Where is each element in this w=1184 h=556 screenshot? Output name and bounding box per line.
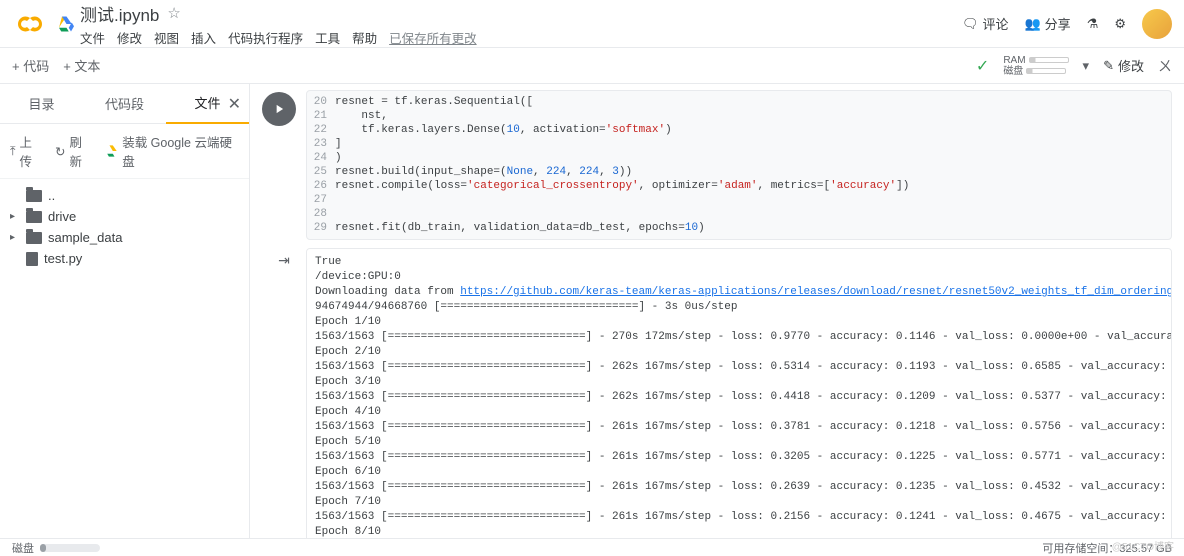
add-code-button[interactable]: + 代码 — [12, 56, 49, 75]
menu-insert[interactable]: 插入 — [191, 28, 216, 47]
edit-button[interactable]: ✎修改 — [1103, 56, 1144, 75]
menu-file[interactable]: 文件 — [80, 28, 105, 47]
code-editor[interactable]: 20resnet = tf.keras.Sequential([21 nst,2… — [306, 90, 1172, 240]
avatar[interactable] — [1142, 9, 1172, 39]
disk-label: 磁盘 — [12, 540, 34, 556]
menu-bar: 文件 修改 视图 插入 代码执行程序 工具 帮助 已保存所有更改 — [80, 28, 962, 47]
drive-icon — [105, 144, 118, 158]
tree-root[interactable]: .. — [4, 185, 245, 206]
close-sidebar-icon[interactable]: ✕ — [228, 94, 241, 114]
toolbar: + 代码 + 文本 ✓ RAM 磁盘 ▾ ✎修改 ㄨ — [0, 48, 1184, 84]
refresh-button[interactable]: ↻刷新 — [55, 132, 93, 170]
header-bar: 测试.ipynb ☆ 文件 修改 视图 插入 代码执行程序 工具 帮助 已保存所… — [0, 0, 1184, 48]
menu-tools[interactable]: 工具 — [315, 28, 340, 47]
collapse-icon[interactable]: ㄨ — [1158, 56, 1172, 76]
sidebar: 目录 代码段 文件 ✕ ⤒上传 ↻刷新 装载 Google 云端硬盘 .. ▸d… — [0, 84, 250, 538]
drive-icon — [56, 15, 74, 33]
output-toggle-icon[interactable]: ⇥ — [278, 252, 290, 268]
folder-icon — [26, 190, 42, 202]
refresh-icon: ↻ — [55, 144, 65, 159]
dropdown-icon[interactable]: ▾ — [1083, 58, 1090, 74]
upload-icon: ⤒ — [10, 144, 16, 159]
save-status: 已保存所有更改 — [389, 28, 477, 47]
colab-logo[interactable] — [12, 6, 48, 42]
pencil-icon: ✎ — [1103, 58, 1114, 74]
file-tree: .. ▸drive ▸sample_data test.py — [0, 179, 249, 275]
menu-edit[interactable]: 修改 — [117, 28, 142, 47]
tree-file-test[interactable]: test.py — [4, 248, 245, 269]
menu-help[interactable]: 帮助 — [352, 28, 377, 47]
mount-drive-button[interactable]: 装载 Google 云端硬盘 — [105, 132, 239, 170]
menu-view[interactable]: 视图 — [154, 28, 179, 47]
resource-indicator[interactable]: RAM 磁盘 — [1003, 55, 1068, 77]
disk-usage-bar — [40, 544, 100, 552]
add-text-button[interactable]: + 文本 — [63, 56, 100, 75]
run-cell-button[interactable] — [262, 92, 296, 126]
footer-bar: 磁盘 可用存储空间：325.57 GB — [0, 538, 1184, 556]
watermark: @51CTO博客 — [1112, 538, 1174, 553]
tab-snippets[interactable]: 代码段 — [83, 94, 166, 113]
comment-button[interactable]: 🗨评论 — [962, 14, 1009, 33]
share-button[interactable]: 👥分享 — [1024, 14, 1070, 33]
tab-toc[interactable]: 目录 — [0, 94, 83, 113]
flask-icon[interactable]: ⚗ — [1087, 16, 1099, 32]
file-icon — [26, 252, 38, 266]
notebook-content: 20resnet = tf.keras.Sequential([21 nst,2… — [250, 84, 1184, 538]
upload-button[interactable]: ⤒上传 — [10, 132, 43, 170]
check-icon: ✓ — [976, 56, 989, 76]
tree-folder-sample-data[interactable]: ▸sample_data — [4, 227, 245, 248]
filename[interactable]: 测试.ipynb — [80, 1, 159, 26]
cell-output: True /device:GPU:0 Downloading data from… — [306, 248, 1172, 538]
menu-runtime[interactable]: 代码执行程序 — [228, 28, 303, 47]
folder-icon — [26, 232, 42, 244]
tree-folder-drive[interactable]: ▸drive — [4, 206, 245, 227]
folder-icon — [26, 211, 42, 223]
gear-icon[interactable]: ⚙ — [1114, 16, 1126, 32]
star-icon[interactable]: ☆ — [167, 4, 180, 22]
comment-icon: 🗨 — [962, 16, 979, 32]
share-icon: 👥 — [1024, 16, 1040, 32]
